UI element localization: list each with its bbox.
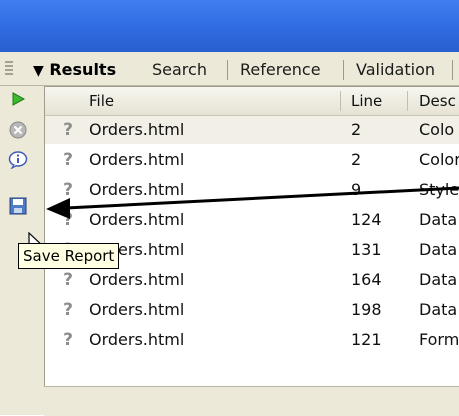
- tab-results-label: Results: [49, 60, 117, 79]
- window-titlebar: [0, 0, 459, 52]
- cell-description: Data: [419, 240, 458, 259]
- cell-line: 2: [351, 120, 362, 139]
- cell-description: Form: [419, 330, 459, 349]
- cell-file: Orders.html: [89, 210, 185, 229]
- cell-line: 2: [351, 150, 362, 169]
- cell-description: Data: [419, 210, 458, 229]
- cell-description: Style: [419, 180, 459, 199]
- table-row[interactable]: ? Orders.html 121 Form: [45, 326, 459, 354]
- unknown-status-icon: ?: [63, 270, 73, 290]
- cell-file: Orders.html: [89, 330, 185, 349]
- cell-file: Orders.html: [89, 180, 185, 199]
- tab-validation[interactable]: Validation: [356, 57, 435, 83]
- save-report-tooltip: Save Report: [18, 243, 120, 269]
- tab-validation-label: Validation: [356, 60, 436, 79]
- panel-bottom-bar: [44, 386, 459, 416]
- tab-divider: [343, 60, 344, 80]
- tab-divider: [227, 60, 228, 80]
- table-row[interactable]: ? Orders.html 2 Colo: [45, 116, 459, 144]
- unknown-status-icon: ?: [63, 120, 73, 140]
- unknown-status-icon: ?: [63, 300, 73, 320]
- results-table: File Line Desc ? Orders.html 2 Colo ? Or…: [44, 86, 459, 387]
- save-report-icon[interactable]: [6, 194, 30, 218]
- column-header-line[interactable]: Line: [351, 87, 382, 115]
- table-row[interactable]: ? Orders.html 2 Color: [45, 146, 459, 174]
- cell-file: Orders.html: [89, 150, 185, 169]
- stop-icon[interactable]: [6, 118, 30, 142]
- unknown-status-icon: ?: [63, 210, 73, 230]
- column-header-description[interactable]: Desc: [419, 87, 456, 115]
- table-row[interactable]: ? Orders.html 198 Data: [45, 296, 459, 324]
- cell-line: 164: [351, 270, 382, 289]
- tab-search[interactable]: Search: [152, 57, 207, 83]
- cell-line: 121: [351, 330, 382, 349]
- table-row[interactable]: ? Orders.html 9 Style: [45, 176, 459, 204]
- column-divider[interactable]: [407, 91, 408, 111]
- cell-file: Orders.html: [89, 300, 185, 319]
- panel-gripper[interactable]: [5, 61, 13, 77]
- table-header: File Line Desc: [45, 87, 459, 116]
- table-row[interactable]: ? Orders.html 124 Data: [45, 206, 459, 234]
- info-icon[interactable]: [6, 148, 30, 172]
- cell-line: 124: [351, 210, 382, 229]
- unknown-status-icon: ?: [63, 150, 73, 170]
- cell-description: Data: [419, 300, 458, 319]
- cell-file: Orders.html: [89, 270, 185, 289]
- cell-line: 198: [351, 300, 382, 319]
- collapse-triangle-icon[interactable]: ▼: [33, 63, 44, 79]
- unknown-status-icon: ?: [63, 330, 73, 350]
- tab-search-label: Search: [152, 60, 207, 79]
- cell-description: Data: [419, 270, 458, 289]
- column-header-file[interactable]: File: [89, 87, 114, 115]
- play-icon[interactable]: [6, 87, 30, 111]
- tab-results[interactable]: ▼ Results: [33, 57, 116, 83]
- table-row[interactable]: ? Orders.html 164 Data: [45, 266, 459, 294]
- unknown-status-icon: ?: [63, 180, 73, 200]
- cell-description: Colo: [419, 120, 455, 139]
- tab-reference-label: Reference: [240, 60, 321, 79]
- tab-divider: [452, 60, 453, 80]
- cell-line: 131: [351, 240, 382, 259]
- tab-reference[interactable]: Reference: [240, 57, 321, 83]
- cell-line: 9: [351, 180, 362, 199]
- column-divider[interactable]: [340, 91, 341, 111]
- cell-file: Orders.html: [89, 120, 185, 139]
- cell-description: Color: [419, 150, 459, 169]
